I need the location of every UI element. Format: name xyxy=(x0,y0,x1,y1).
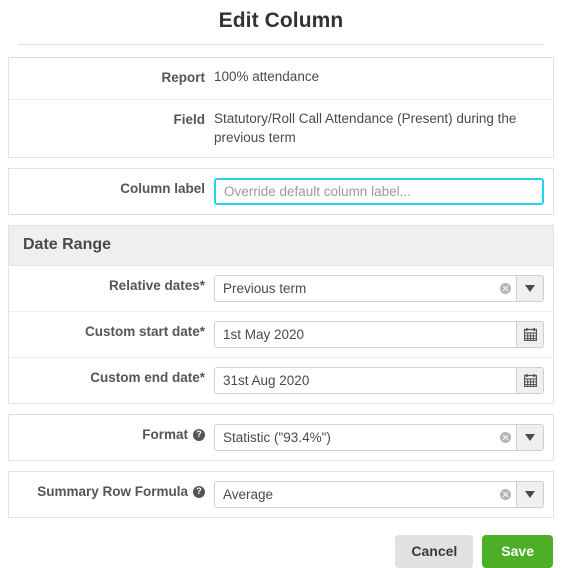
summary-row-formula-panel: Summary Row Formula ? Average xyxy=(8,471,554,518)
summary-row-formula-select[interactable]: Average xyxy=(214,481,544,508)
format-value: Statistic ("93.4%") xyxy=(223,430,331,445)
format-label: Format xyxy=(142,427,188,442)
page-title: Edit Column xyxy=(218,9,344,32)
info-panel: Report 100% attendance Field Statutory/R… xyxy=(8,57,554,158)
custom-end-date-control: 31st Aug 2020 xyxy=(214,367,544,394)
report-row: Report 100% attendance xyxy=(9,58,553,100)
clear-circle-icon[interactable] xyxy=(494,482,516,507)
calendar-icon[interactable] xyxy=(516,322,543,347)
cancel-button[interactable]: Cancel xyxy=(395,535,474,568)
field-row: Field Statutory/Roll Call Attendance (Pr… xyxy=(9,100,553,157)
column-label-label: Column label xyxy=(120,181,205,196)
summary-row-formula-control: Average xyxy=(214,481,544,508)
format-control: Statistic ("93.4%") xyxy=(214,424,544,451)
format-label-group: Format ? xyxy=(9,424,214,444)
custom-start-date-control: 1st May 2020 xyxy=(214,321,544,348)
summary-row-formula-label-group: Summary Row Formula ? xyxy=(9,481,214,501)
column-label-input[interactable] xyxy=(214,178,544,205)
relative-dates-value: Previous term xyxy=(223,281,307,296)
summary-row-formula-label: Summary Row Formula xyxy=(37,484,188,499)
format-row: Format ? Statistic ("93.4%") xyxy=(9,415,553,460)
relative-dates-label: Relative dates* xyxy=(108,278,205,293)
custom-start-date-value[interactable]: 1st May 2020 xyxy=(215,322,516,347)
summary-row-formula-row: Summary Row Formula ? Average xyxy=(9,472,553,517)
clear-circle-icon[interactable] xyxy=(494,425,516,450)
column-label-row: Column label xyxy=(9,169,553,214)
date-range-panel: Date Range Relative dates* Previous term… xyxy=(8,225,554,404)
report-value: 100% attendance xyxy=(214,69,320,84)
date-range-section-title: Date Range xyxy=(9,226,553,266)
column-label-control xyxy=(214,178,544,205)
calendar-icon[interactable] xyxy=(516,368,543,393)
relative-dates-select[interactable]: Previous term xyxy=(214,275,544,302)
custom-end-date-row: Custom end date* 31st Aug 2020 xyxy=(9,358,553,403)
relative-dates-control: Previous term xyxy=(214,275,544,302)
field-label: Field xyxy=(173,112,205,127)
chevron-down-icon[interactable] xyxy=(516,425,543,450)
custom-end-date-field[interactable]: 31st Aug 2020 xyxy=(214,367,544,394)
chevron-down-icon[interactable] xyxy=(516,276,543,301)
custom-start-date-row: Custom start date* 1st May 2020 xyxy=(9,312,553,358)
custom-end-date-value[interactable]: 31st Aug 2020 xyxy=(215,368,516,393)
custom-end-date-label: Custom end date* xyxy=(90,370,205,385)
summary-row-formula-value: Average xyxy=(223,487,274,502)
help-icon[interactable]: ? xyxy=(193,485,205,498)
format-select[interactable]: Statistic ("93.4%") xyxy=(214,424,544,451)
chevron-down-icon[interactable] xyxy=(516,482,543,507)
column-label-panel: Column label xyxy=(8,168,554,215)
report-label: Report xyxy=(161,70,206,85)
custom-start-date-label: Custom start date* xyxy=(84,324,205,339)
title-divider xyxy=(18,44,544,45)
field-value: Statutory/Roll Call Attendance (Present)… xyxy=(214,111,517,145)
clear-circle-icon[interactable] xyxy=(494,276,516,301)
custom-start-date-field[interactable]: 1st May 2020 xyxy=(214,321,544,348)
format-panel: Format ? Statistic ("93.4%") xyxy=(8,414,554,461)
dialog-footer: Cancel Save xyxy=(0,518,562,568)
help-icon[interactable]: ? xyxy=(193,428,205,441)
relative-dates-row: Relative dates* Previous term xyxy=(9,266,553,312)
save-button[interactable]: Save xyxy=(482,535,553,568)
